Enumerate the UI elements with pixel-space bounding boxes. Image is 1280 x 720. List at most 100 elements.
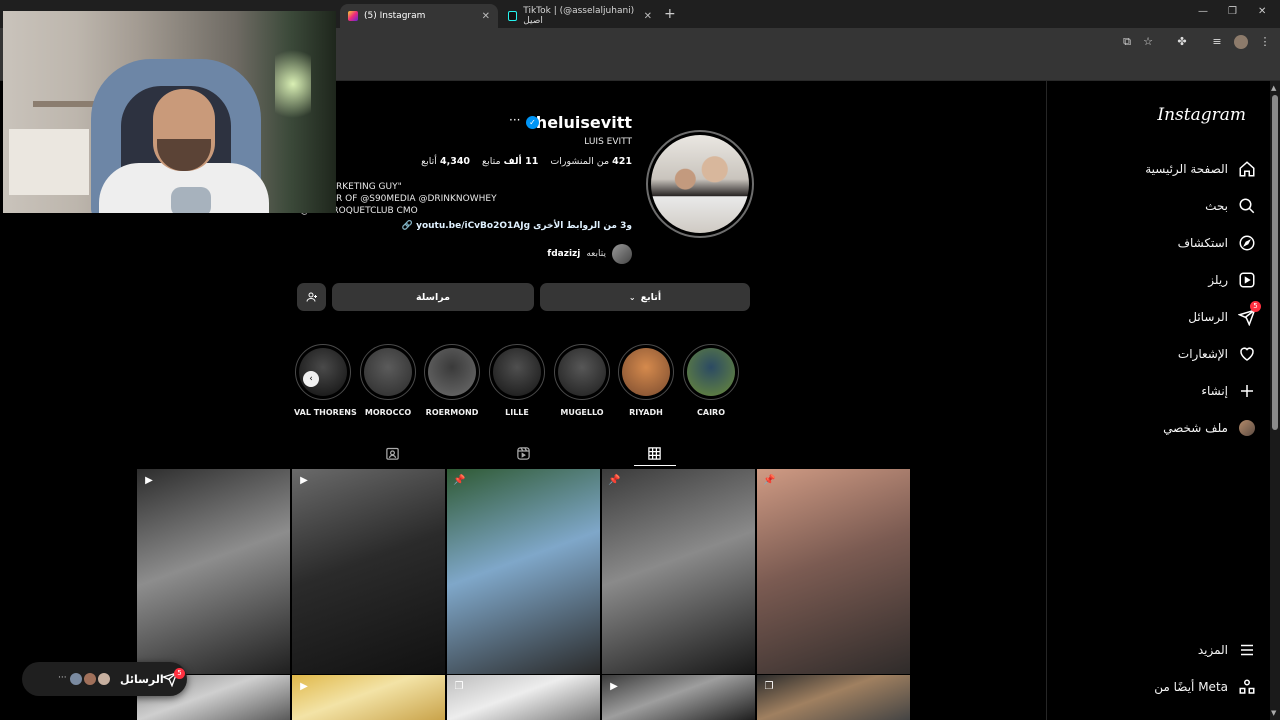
close-window-button[interactable]: ✕ <box>1258 6 1266 17</box>
profile-link[interactable]: 🔗 youtu.be/iCvBo2O1AJg و3 من الروابط الأ… <box>402 221 632 231</box>
scroll-up-arrow-icon[interactable]: ▲ <box>1271 84 1276 92</box>
active-tab-indicator <box>634 465 676 466</box>
suggest-user-button[interactable] <box>297 283 326 311</box>
sidebar-item-explore[interactable]: استكشاف <box>1178 230 1256 256</box>
tab-posts[interactable] <box>644 444 664 462</box>
post-thumbnail[interactable]: ❐ <box>447 675 600 720</box>
highlights-prev-button[interactable]: ‹ <box>303 371 319 387</box>
messages-icon: 5 <box>1238 301 1261 326</box>
post-thumbnail[interactable]: ❐ <box>757 675 910 720</box>
tagged-icon <box>385 447 399 460</box>
instagram-favicon-icon <box>348 11 358 21</box>
reel-icon: ▶ <box>145 475 153 486</box>
profile-avatar-icon[interactable] <box>1234 35 1248 49</box>
tab-tiktok[interactable]: TikTok | (@asselaljuhani) اصيل ✕ <box>500 4 660 28</box>
post-thumbnail[interactable]: ▶ <box>602 675 755 720</box>
post-thumbnail[interactable]: ▶ <box>137 469 290 674</box>
tab-title: TikTok | (@asselaljuhani) اصيل <box>523 6 635 26</box>
bio-line: RKETING GUY" <box>336 182 402 192</box>
messages-pill-label: الرسائل <box>120 673 164 686</box>
tab-reels[interactable] <box>513 444 533 462</box>
browser-menu-icon[interactable]: ⋮ <box>1258 35 1272 49</box>
profile-full-name: LUIS EVITT <box>584 137 632 147</box>
sidebar-item-reels[interactable]: ريلز <box>1208 267 1256 293</box>
sidebar-item-search[interactable]: بحث <box>1205 193 1256 219</box>
profile-stats: 421 من المنشورات 11 ألف متابع 4,340 أتاب… <box>421 156 632 167</box>
post-thumbnail[interactable]: ▶ <box>292 675 445 720</box>
tab-title: (5) Instagram <box>364 11 426 21</box>
sidebar-item-label: أيضًا من Meta <box>1154 680 1228 694</box>
bookmark-star-icon[interactable]: ☆ <box>1141 35 1155 49</box>
install-app-icon[interactable]: ⧉ <box>1120 35 1134 49</box>
tab-instagram[interactable]: (5) Instagram ✕ <box>340 4 498 28</box>
sidebar-item-label: المزيد <box>1197 643 1228 657</box>
verified-badge-icon: ✓ <box>526 116 539 129</box>
explore-icon <box>1238 234 1256 252</box>
sidebar-item-meta-apps[interactable]: أيضًا من Meta <box>1154 674 1256 700</box>
highlight-label: LILLE <box>505 408 529 417</box>
link-icon: 🔗 <box>401 221 413 231</box>
following-button[interactable]: ⌄ أتابع <box>540 283 750 311</box>
post-thumbnail[interactable]: 📌 <box>757 469 910 674</box>
plus-icon <box>1238 382 1256 400</box>
message-button[interactable]: مراسلة <box>332 283 534 311</box>
post-thumbnail[interactable]: 📌 <box>447 469 600 674</box>
story-highlight[interactable]: RIYADH <box>617 344 675 417</box>
messages-pill[interactable]: ··· الرسائل 5 <box>22 662 187 696</box>
pinned-icon: 📌 <box>608 475 621 486</box>
profile-picture[interactable] <box>646 130 754 238</box>
highlight-label: MUGELLO <box>560 408 604 417</box>
minimize-button[interactable]: — <box>1198 6 1208 17</box>
webcam-overlay <box>3 11 336 213</box>
reel-icon: ▶ <box>610 681 618 692</box>
reels-icon <box>516 446 530 460</box>
page-scrollbar[interactable]: ▲ ▼ <box>1270 81 1280 720</box>
sidebar-item-menu[interactable]: المزيد <box>1198 637 1256 663</box>
sidebar-item-home[interactable]: الصفحة الرئيسية <box>1145 156 1256 182</box>
story-highlight[interactable]: CAIRO <box>682 344 740 417</box>
media-queue-icon[interactable]: ≡ <box>1210 35 1224 49</box>
highlight-label: VAL THORENS <box>294 408 357 417</box>
sidebar-item-messages[interactable]: الرسائل 5 <box>1188 301 1261 330</box>
sidebar-item-avatar[interactable]: ملف شخصي <box>1163 415 1256 441</box>
extensions-icon[interactable]: ✤ <box>1175 35 1189 49</box>
post-thumbnail[interactable]: 📌 <box>602 469 755 674</box>
close-tab-icon[interactable]: ✕ <box>644 11 652 22</box>
sidebar-item-heart[interactable]: الإشعارات <box>1178 341 1256 367</box>
followed-by-user[interactable]: fdazizj <box>547 249 580 259</box>
carousel-icon: ❐ <box>454 681 464 692</box>
instagram-logo[interactable]: Instagram <box>1157 105 1246 125</box>
more-options-button[interactable]: ··· <box>509 113 520 127</box>
sidebar-item-plus[interactable]: إنشاء <box>1201 378 1256 404</box>
sidebar-item-label: بحث <box>1205 199 1228 213</box>
avatar <box>83 672 97 686</box>
story-highlight[interactable]: MOROCCO <box>359 344 417 417</box>
following-stat[interactable]: 4,340 أتابع <box>421 156 470 167</box>
tab-tagged[interactable] <box>382 444 402 462</box>
post-thumbnail[interactable]: ▶ <box>292 469 445 674</box>
followed-by[interactable]: fdazizj يتابعه <box>547 244 632 264</box>
bio-line: R OF @S90MEDIA @DRINKNOWHEY <box>336 194 497 204</box>
story-highlight[interactable]: LILLE <box>488 344 546 417</box>
followers-stat[interactable]: 11 ألف متابع <box>482 156 538 167</box>
reels-icon <box>1238 271 1256 289</box>
avatar <box>69 672 83 686</box>
new-tab-button[interactable]: + <box>664 6 676 22</box>
highlight-label: MOROCCO <box>364 408 412 417</box>
story-highlight[interactable]: ROERMOND <box>423 344 481 417</box>
profile-username: theluisevitt <box>528 113 632 132</box>
highlight-label: RIYADH <box>629 408 663 417</box>
posts-stat: 421 من المنشورات <box>550 156 632 167</box>
story-highlight[interactable]: MUGELLO <box>553 344 611 417</box>
highlight-label: ROERMOND <box>425 408 479 417</box>
sidebar-item-label: الرسائل <box>1188 310 1228 324</box>
scroll-down-arrow-icon[interactable]: ▼ <box>1271 709 1276 717</box>
scrollbar-thumb[interactable] <box>1272 95 1278 430</box>
search-icon <box>1238 197 1256 215</box>
pinned-icon: 📌 <box>763 475 776 486</box>
restore-button[interactable]: ❐ <box>1228 6 1237 17</box>
sidebar-item-label: الإشعارات <box>1177 347 1228 361</box>
close-tab-icon[interactable]: ✕ <box>482 11 490 22</box>
sidebar-item-label: ملف شخصي <box>1163 421 1228 435</box>
reel-icon: ▶ <box>300 475 308 486</box>
